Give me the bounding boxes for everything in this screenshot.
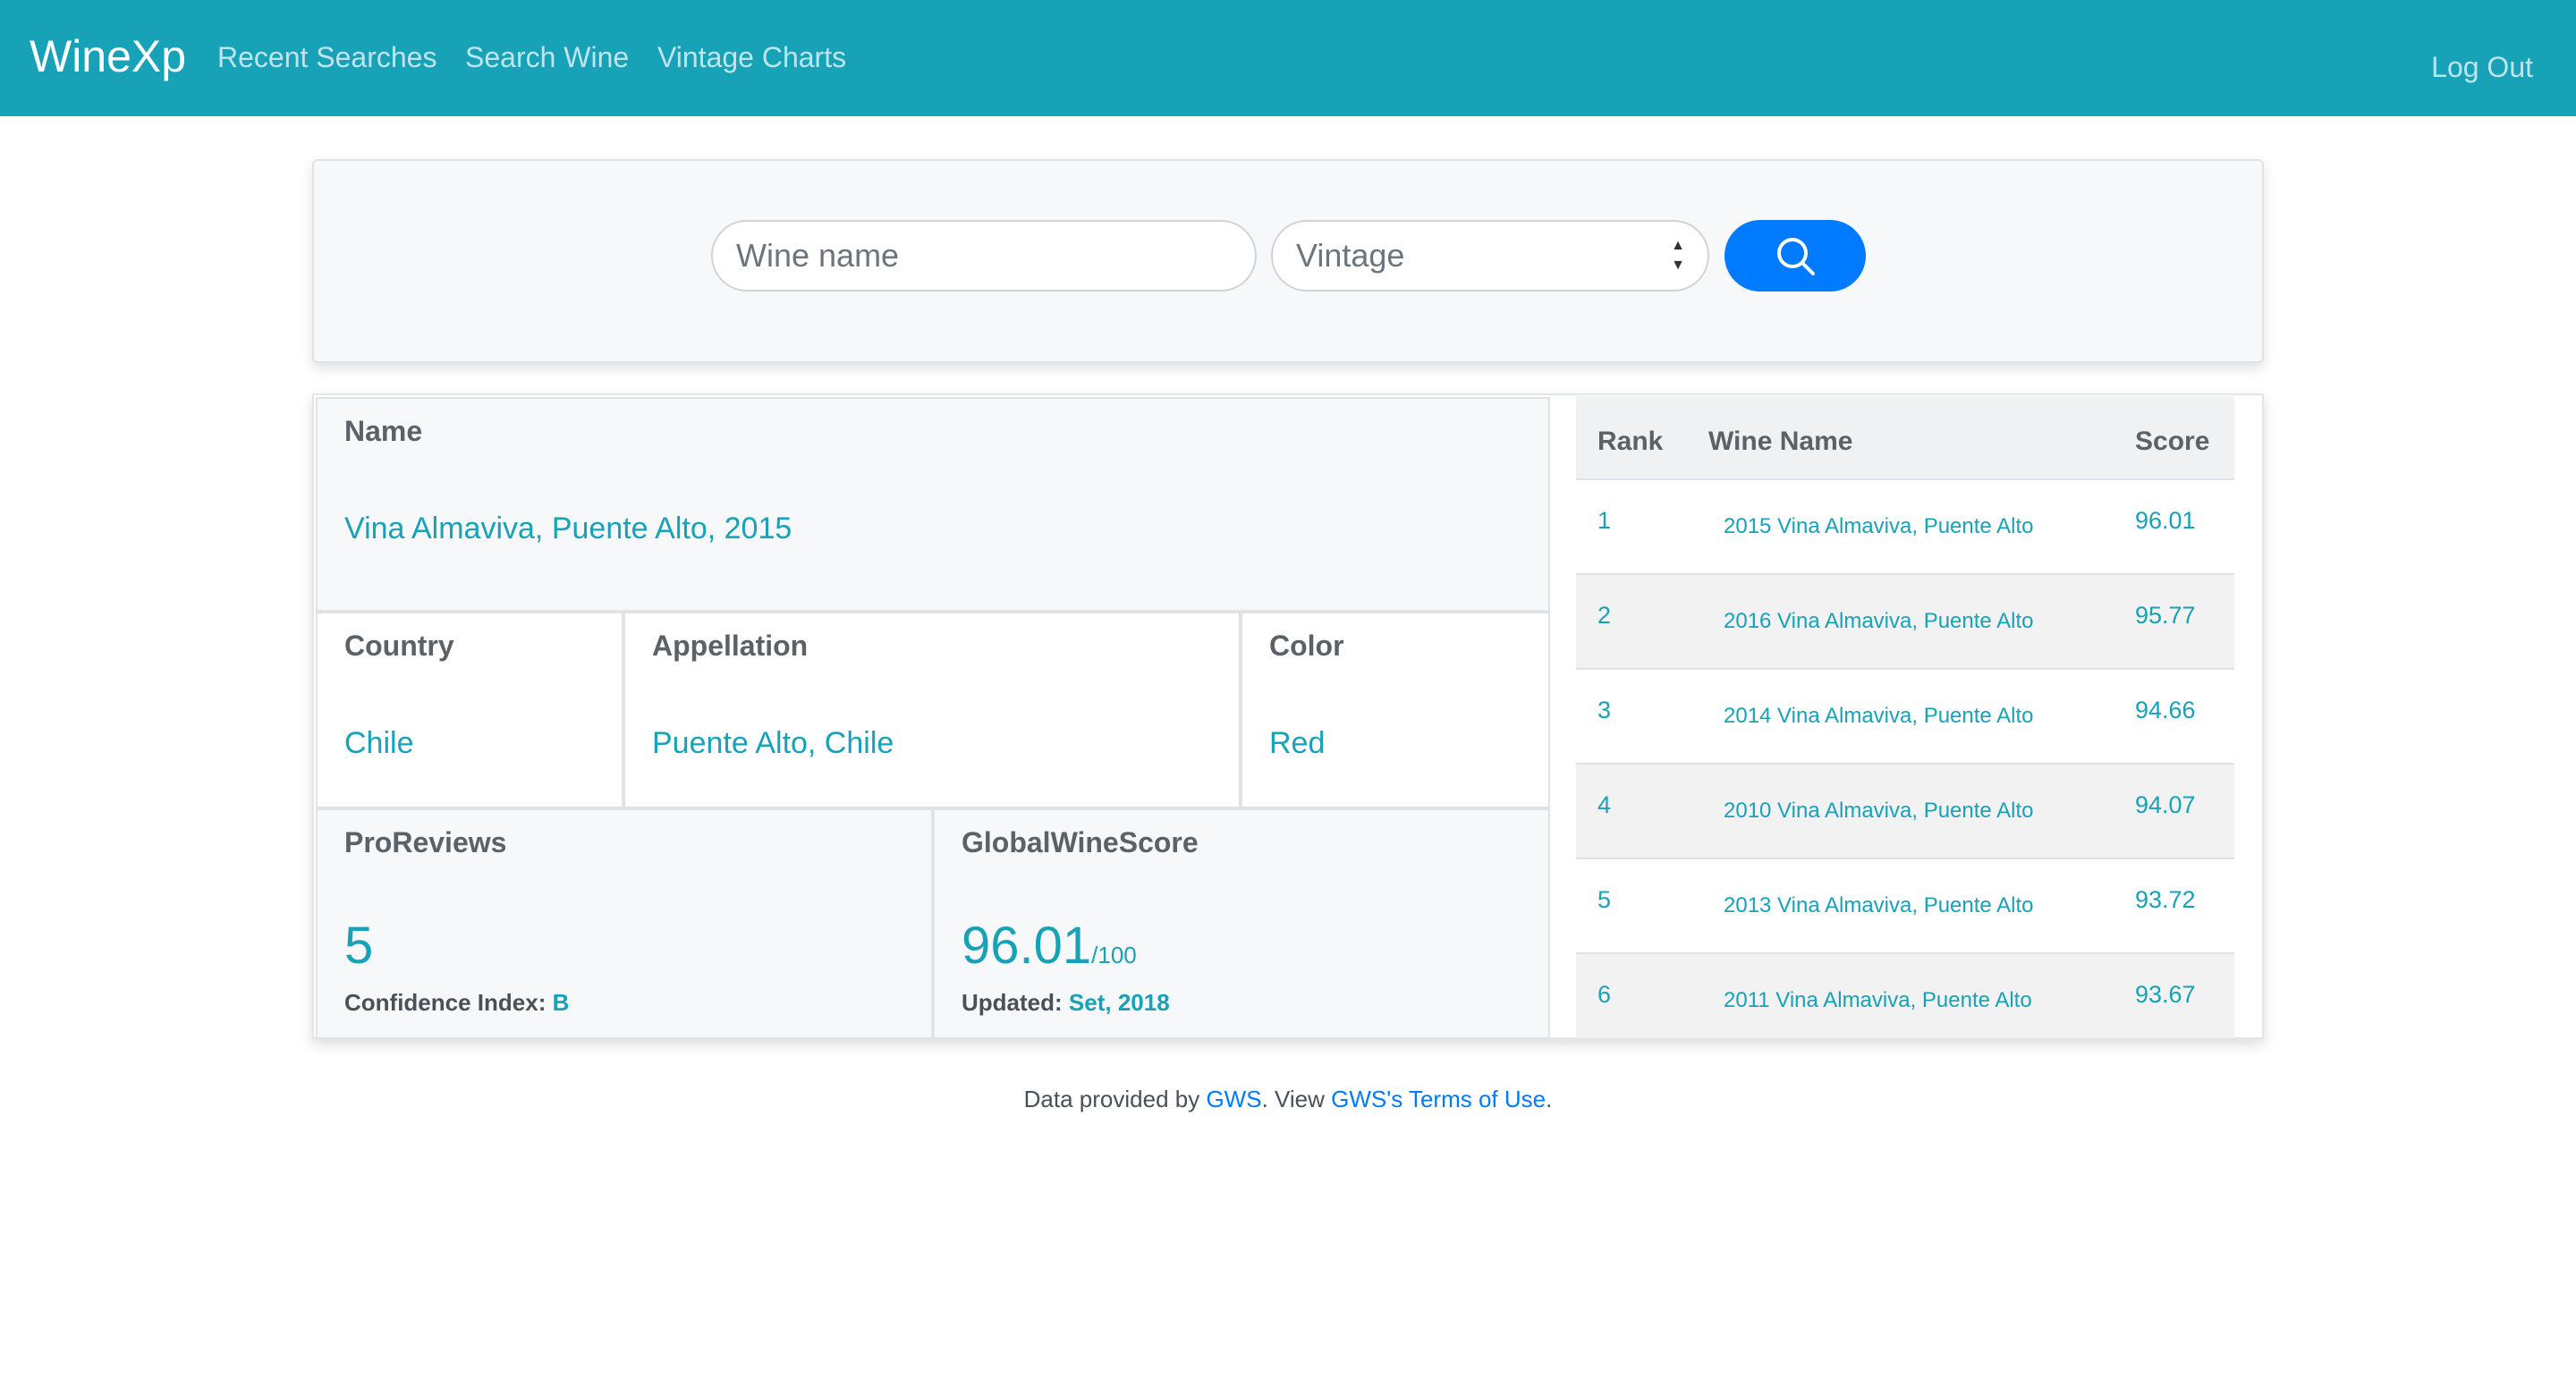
wine-name-input[interactable] [713, 222, 1255, 290]
rank-cell: 4 [1597, 791, 1612, 818]
wine-link[interactable]: 2014 Vina Almaviva, Puente Alto [1724, 704, 2033, 729]
wine-link[interactable]: 2015 Vina Almaviva, Puente Alto [1724, 514, 2033, 539]
footer-middle: . View [1261, 1086, 1325, 1112]
score-cell: 94.07 [2135, 791, 2196, 818]
color-value[interactable]: Red [1269, 726, 1325, 761]
score-cell: 95.77 [2135, 602, 2196, 629]
appellation-label: Appellation [652, 630, 809, 662]
wine-name-field [711, 220, 1257, 292]
rank-cell: 1 [1597, 507, 1612, 534]
footer-prefix: Data provided by [1023, 1086, 1200, 1112]
wine-link[interactable]: 2011 Vina Almaviva, Puente Alto [1724, 988, 2032, 1013]
rank-header: Rank [1597, 427, 1664, 456]
terms-link[interactable]: GWS's Terms of Use [1331, 1086, 1546, 1112]
score-cell: 93.67 [2135, 981, 2196, 1008]
table-row[interactable]: 5 2013 Vina Almaviva, Puente Alto 93.72 [1576, 859, 2234, 954]
chevron-up-icon[interactable]: ▲ [1671, 238, 1685, 254]
brand-logo[interactable]: WineXp [30, 30, 186, 83]
wine-name-value[interactable]: Vina Almaviva, Puente Alto, 2015 [344, 512, 792, 546]
nav-recent-searches[interactable]: Recent Searches [217, 39, 436, 75]
nav-search-wine[interactable]: Search Wine [465, 39, 629, 75]
rank-cell: 6 [1597, 981, 1612, 1008]
confidence-index: Confidence Index: B [344, 989, 569, 1017]
wine-link[interactable]: 2013 Vina Almaviva, Puente Alto [1724, 893, 2033, 918]
proreviews-label: ProReviews [344, 826, 507, 858]
vintage-stepper[interactable]: ▲ ▼ [1668, 238, 1688, 274]
top-navbar: WineXp Recent Searches Search Wine Vinta… [0, 0, 2576, 116]
gws-score-value: 96.01 [962, 917, 1092, 975]
confidence-label: Confidence Index: [344, 989, 547, 1016]
vintage-field: ▲ ▼ [1271, 220, 1709, 292]
score-cell: 93.72 [2135, 886, 2196, 913]
color-cell: Color Red [1241, 612, 1550, 808]
gws-cell: GlobalWineScore 96.01/100 Updated: Set, … [933, 808, 1550, 1039]
country-value[interactable]: Chile [344, 726, 413, 761]
proreviews-cell: ProReviews 5 Confidence Index: B [316, 808, 933, 1039]
gws-score: 96.01/100 [962, 916, 1137, 976]
score-cell: 96.01 [2135, 507, 2196, 534]
search-icon [1777, 238, 1815, 275]
updated-info: Updated: Set, 2018 [962, 989, 1170, 1017]
footer-attribution: Data provided by GWS. View GWS's Terms o… [0, 1086, 2576, 1113]
table-row[interactable]: 2 2016 Vina Almaviva, Puente Alto 95.77 [1576, 575, 2234, 670]
score-header: Score [2135, 427, 2210, 456]
wine-link[interactable]: 2010 Vina Almaviva, Puente Alto [1724, 799, 2033, 824]
score-cell: 94.66 [2135, 697, 2196, 723]
gws-score-scale: /100 [1091, 942, 1137, 968]
country-cell: Country Chile [316, 612, 623, 808]
name-label: Name [344, 415, 423, 447]
updated-value: Set, 2018 [1068, 989, 1170, 1016]
table-row[interactable]: 4 2010 Vina Almaviva, Puente Alto 94.07 [1576, 765, 2234, 859]
search-card: ▲ ▼ [312, 159, 2264, 363]
table-row[interactable]: 6 2011 Vina Almaviva, Puente Alto 93.67 [1576, 954, 2234, 1038]
table-row[interactable]: 1 2015 Vina Almaviva, Puente Alto 96.01 [1576, 480, 2234, 575]
wine-link[interactable]: 2016 Vina Almaviva, Puente Alto [1724, 609, 2033, 634]
table-row[interactable]: 3 2014 Vina Almaviva, Puente Alto 94.66 [1576, 670, 2234, 765]
confidence-value: B [552, 989, 570, 1016]
chevron-down-icon[interactable]: ▼ [1671, 258, 1685, 274]
footer-suffix: . [1546, 1086, 1553, 1112]
nav-vintage-charts[interactable]: Vintage Charts [657, 39, 846, 75]
proreviews-value: 5 [344, 917, 374, 975]
ranking-table-header: Rank Wine Name Score [1576, 396, 2234, 480]
logout-link[interactable]: Log Out [2431, 49, 2533, 85]
updated-label: Updated: [962, 989, 1063, 1016]
search-button[interactable] [1724, 220, 1866, 292]
appellation-cell: Appellation Puente Alto, Chile [623, 612, 1241, 808]
wine-name-header: Wine Name [1708, 427, 1853, 456]
gws-label: GlobalWineScore [962, 826, 1199, 858]
ranking-table: Rank Wine Name Score 1 2015 Vina Almaviv… [1576, 396, 2234, 1038]
appellation-value[interactable]: Puente Alto, Chile [652, 726, 894, 761]
name-cell: Name Vina Almaviva, Puente Alto, 2015 [316, 397, 1550, 612]
gws-link[interactable]: GWS [1206, 1086, 1261, 1112]
country-label: Country [344, 630, 454, 662]
color-label: Color [1269, 630, 1344, 662]
rank-cell: 3 [1597, 697, 1612, 723]
rank-cell: 5 [1597, 886, 1612, 913]
vintage-input[interactable] [1273, 222, 1707, 290]
rank-cell: 2 [1597, 602, 1612, 629]
